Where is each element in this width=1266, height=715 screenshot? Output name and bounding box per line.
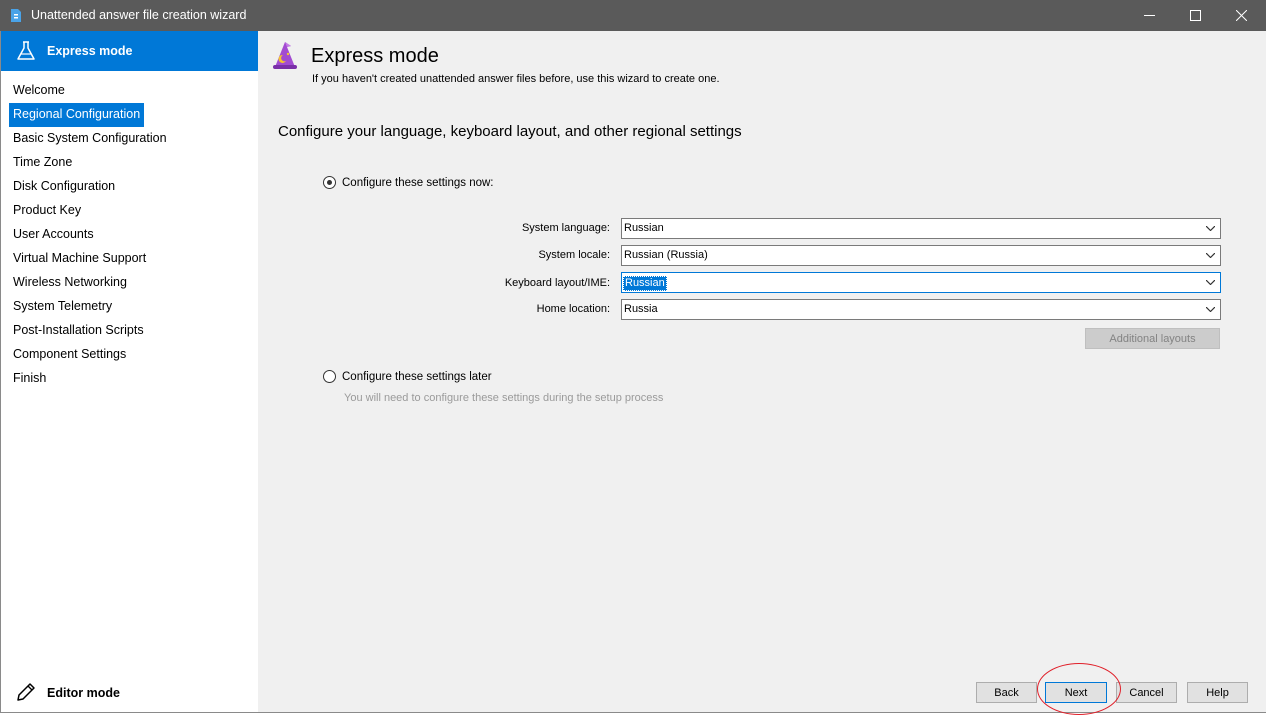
chevron-down-icon [1206, 253, 1215, 258]
configure-now-label: Configure these settings now: [342, 176, 494, 189]
minimize-icon [1144, 15, 1155, 16]
system-language-select[interactable]: Russian [621, 218, 1221, 239]
express-mode-header: Express mode [1, 31, 258, 71]
nav-item-welcome[interactable]: Welcome [9, 79, 69, 103]
nav-item-component-settings[interactable]: Component Settings [9, 343, 130, 367]
nav-item-disk-configuration[interactable]: Disk Configuration [9, 175, 119, 199]
close-button[interactable] [1219, 0, 1265, 31]
maximize-icon [1190, 10, 1201, 21]
title-bar: Unattended answer file creation wizard [0, 0, 1266, 31]
chevron-down-icon [1206, 307, 1215, 312]
section-heading: Configure your language, keyboard layout… [278, 123, 742, 140]
system-locale-label: System locale: [538, 249, 610, 261]
wizard-hat-icon [273, 42, 297, 69]
chevron-down-icon [1206, 226, 1215, 231]
configure-later-radio[interactable] [323, 370, 336, 383]
configure-now-radio-row[interactable]: Configure these settings now: [323, 176, 494, 189]
nav-item-regional-configuration[interactable]: Regional Configuration [9, 103, 145, 127]
dropdown-arrow[interactable] [1202, 247, 1219, 264]
configure-later-note: You will need to configure these setting… [344, 392, 664, 404]
close-icon [1236, 10, 1247, 21]
home-location-label: Home location: [536, 303, 610, 315]
nav-item-finish[interactable]: Finish [9, 367, 50, 391]
minimize-button[interactable] [1127, 0, 1173, 31]
nav-item-basic-system-configuration[interactable]: Basic System Configuration [9, 127, 171, 151]
additional-layouts-button[interactable]: Additional layouts [1085, 328, 1220, 349]
window-body: Express mode Welcome Regional Configurat… [0, 31, 1266, 715]
nav-item-time-zone[interactable]: Time Zone [9, 151, 76, 175]
nav-item-post-installation-scripts[interactable]: Post-Installation Scripts [9, 319, 148, 343]
dropdown-arrow[interactable] [1202, 220, 1219, 237]
window-title: Unattended answer file creation wizard [31, 8, 247, 22]
configure-later-radio-row[interactable]: Configure these settings later [323, 370, 492, 383]
configure-now-radio[interactable] [323, 176, 336, 189]
pencil-icon [17, 683, 35, 701]
wizard-steps-nav: Welcome Regional Configuration Basic Sys… [9, 79, 171, 391]
configure-later-label: Configure these settings later [342, 370, 492, 383]
nav-item-system-telemetry[interactable]: System Telemetry [9, 295, 116, 319]
main-panel: Express mode If you haven't created unat… [258, 31, 1266, 715]
dropdown-arrow[interactable] [1202, 274, 1219, 291]
sidebar: Express mode Welcome Regional Configurat… [1, 31, 258, 712]
editor-mode-label: Editor mode [47, 686, 120, 700]
app-icon [11, 9, 21, 22]
express-mode-label: Express mode [47, 44, 133, 58]
page-title: Express mode [311, 45, 439, 67]
next-highlight-annotation [1037, 663, 1121, 715]
cancel-button[interactable]: Cancel [1116, 682, 1177, 703]
nav-item-wireless-networking[interactable]: Wireless Networking [9, 271, 131, 295]
back-button[interactable]: Back [976, 682, 1037, 703]
nav-item-virtual-machine-support[interactable]: Virtual Machine Support [9, 247, 150, 271]
home-location-select[interactable]: Russia [621, 299, 1221, 320]
page-subtitle: If you haven't created unattended answer… [312, 73, 720, 85]
keyboard-layout-value: Russian [623, 276, 667, 291]
nav-item-user-accounts[interactable]: User Accounts [9, 223, 98, 247]
keyboard-layout-select[interactable]: Russian [621, 272, 1221, 293]
dropdown-arrow[interactable] [1202, 301, 1219, 318]
home-location-value: Russia [624, 303, 658, 315]
system-language-label: System language: [521, 222, 610, 234]
flask-icon [17, 41, 35, 60]
system-language-value: Russian [624, 222, 664, 234]
maximize-button[interactable] [1173, 0, 1219, 31]
nav-item-product-key[interactable]: Product Key [9, 199, 85, 223]
chevron-down-icon [1206, 280, 1215, 285]
help-button[interactable]: Help [1187, 682, 1248, 703]
system-locale-select[interactable]: Russian (Russia) [621, 245, 1221, 266]
keyboard-layout-label: Keyboard layout/IME: [504, 277, 610, 289]
system-locale-value: Russian (Russia) [624, 249, 708, 261]
